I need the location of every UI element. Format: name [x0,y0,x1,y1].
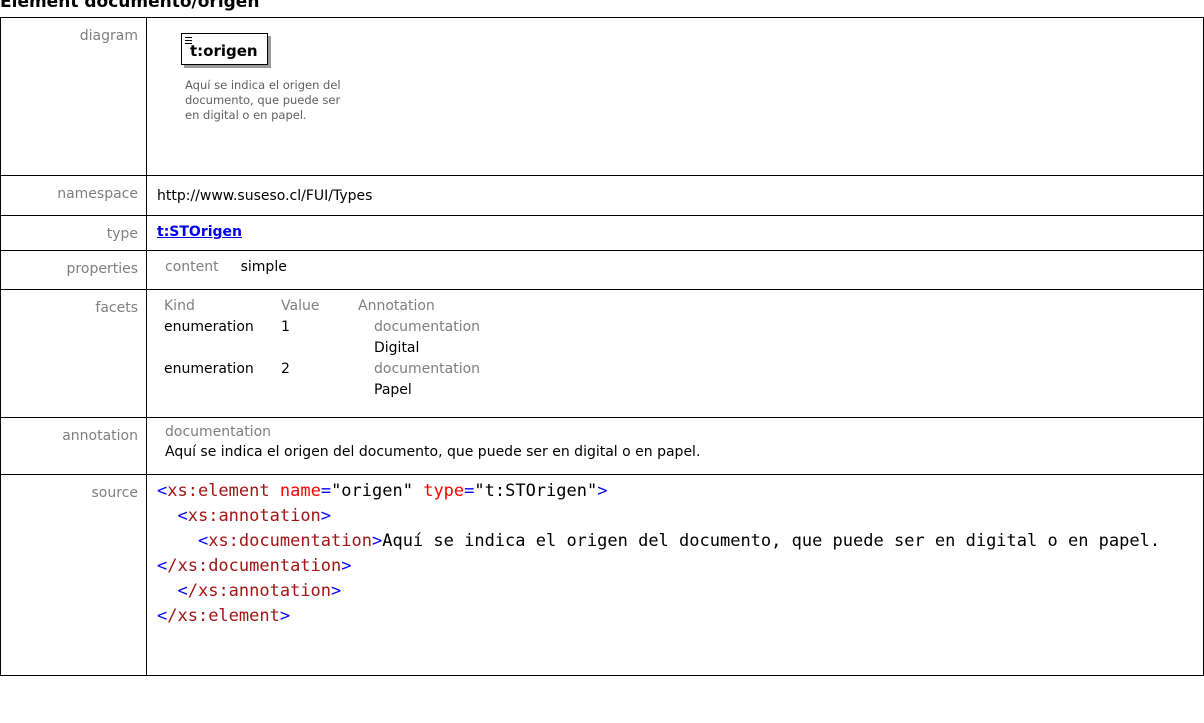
facets-header-value: Value [281,298,320,314]
diagram-doc-line: en digital o en papel. [185,108,307,122]
xml-text: Aquí se indica el origen del documento, … [382,531,1161,551]
facets-label: facets [0,289,147,418]
annotation-row: annotation documentation Aquí se indica … [0,417,1204,475]
xml-attr-value: "origen" [331,481,413,501]
facet-annotation-text: Digital [374,340,420,356]
diagram-doc-line: documento, que puede ser [185,93,341,107]
facet-kind: enumeration [164,361,254,377]
source-code: <xs:element name="origen" type="t:STOrig… [157,481,1161,626]
facet-annotation-text: Papel [374,382,412,398]
facet-annotation-label: documentation [374,361,481,377]
xml-tag: xs:documentation [208,531,372,551]
diagram-element-name: t:origen [190,42,258,60]
diagram-doc-line: Aquí se indica el origen del [185,78,341,92]
element-lines-icon [185,37,192,46]
diagram-documentation: Aquí se indica el origen del documento, … [185,78,345,123]
facets-header-annotation: Annotation [358,298,435,314]
type-link[interactable]: t:STOrigen [157,216,1203,240]
properties-content: content simple [157,251,1203,275]
facets-table: Kind Value Annotation enumeration 1 docu… [157,290,1203,401]
property-content-value: simple [240,259,287,275]
namespace-value: http://www.suseso.cl/FUI/Types [157,188,373,204]
annotation-label: annotation [0,417,147,475]
facet-annotation-label: documentation [374,319,481,335]
documentation-table: diagram t:origen Aquí se indica el orige… [0,17,1204,676]
xml-tag: /xs:element [167,606,280,626]
property-content-label: content [165,259,219,275]
facets-header: Kind Value Annotation [164,296,1203,317]
facet-row: enumeration 1 documentation Digital [164,317,1203,359]
diagram-cell: t:origen Aquí se indica el origen del do… [146,17,1204,176]
xml-tag: xs:annotation [187,506,321,526]
xml-tag: /xs:documentation [167,556,342,576]
diagram-label: diagram [0,17,147,176]
facet-row: enumeration 2 documentation Papel [164,359,1203,401]
type-label: type [0,215,147,251]
xml-tag: /xs:annotation [187,581,332,601]
diagram-row: diagram t:origen Aquí se indica el orige… [0,17,1204,176]
properties-label: properties [0,250,147,290]
annotation-content: documentation Aquí se indica el origen d… [157,418,1203,462]
facet-value: 1 [281,319,290,335]
page-heading: Element documento/origen [0,0,260,12]
annotation-doc-label: documentation [165,424,272,440]
facets-header-kind: Kind [164,298,195,314]
namespace-row: namespace http://www.suseso.cl/FUI/Types [0,175,1204,216]
source-row: source <xs:element name="origen" type="t… [0,474,1204,676]
properties-row: properties content simple [0,250,1204,290]
xml-attr-type: type [423,481,465,501]
xml-attr-name: name [279,481,321,501]
facet-value: 2 [281,361,290,377]
type-row: type t:STOrigen [0,215,1204,251]
facet-kind: enumeration [164,319,254,335]
annotation-doc-text: Aquí se indica el origen del documento, … [165,444,701,460]
facets-row: facets Kind Value Annotation enumeration… [0,289,1204,418]
element-diagram-box[interactable]: t:origen [181,33,268,65]
namespace-label: namespace [0,175,147,216]
source-label: source [0,474,147,676]
xml-attr-value: "t:STOrigen" [474,481,598,501]
xml-tag: xs:element [167,481,270,501]
